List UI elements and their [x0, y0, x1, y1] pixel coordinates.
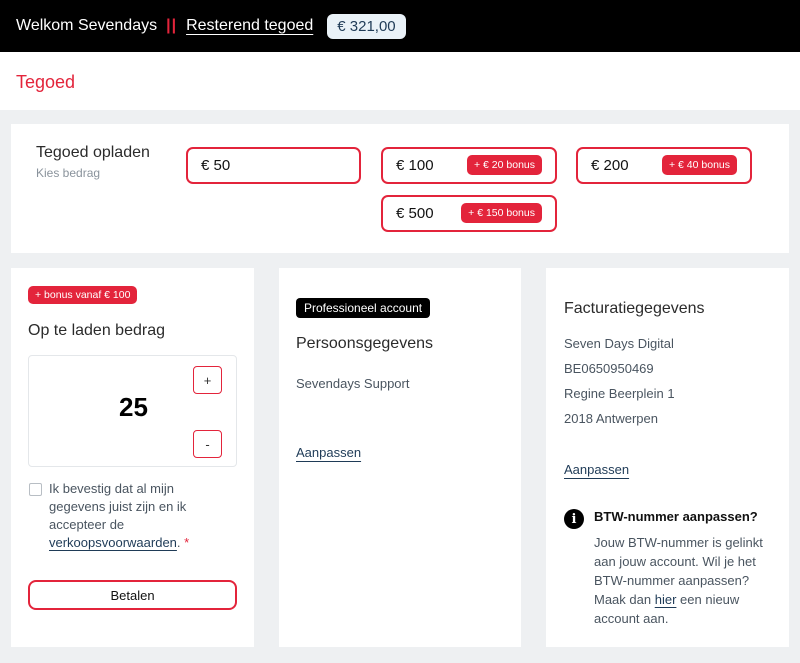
decrement-button[interactable]: -	[193, 430, 222, 458]
amount-option-200[interactable]: € 200 + € 40 bonus	[576, 147, 752, 184]
edit-personal-link[interactable]: Aanpassen	[296, 445, 361, 460]
amount-value[interactable]: 25	[29, 392, 238, 423]
vat-info-title: BTW-nummer aanpassen?	[594, 509, 758, 524]
increment-button[interactable]: +	[193, 366, 222, 394]
page-header: Tegoed	[0, 52, 800, 110]
account-type-badge: Professioneel account	[296, 298, 431, 318]
topup-title: Tegoed opladen	[36, 144, 150, 161]
amount-stepper: + 25 -	[28, 355, 237, 467]
consent-suffix: .	[176, 535, 181, 550]
billing-card: Facturatiegegevens Seven Days Digital BE…	[546, 268, 789, 647]
billing-city: 2018 Antwerpen	[564, 411, 658, 426]
amount-option-50[interactable]: € 50	[186, 147, 361, 184]
topup-subtitle: Kies bedrag	[36, 166, 101, 180]
terms-link[interactable]: verkoopsvoorwaarden	[49, 535, 177, 550]
top-bar: Welkom Sevendays || Resterend tegoed € 3…	[0, 0, 800, 52]
consent-checkbox[interactable]	[29, 483, 42, 496]
vat-info-text: Jouw BTW-nummer is gelinkt aan jouw acco…	[594, 533, 774, 628]
personal-name: Sevendays Support	[296, 376, 410, 391]
custom-amount-card: + bonus vanaf € 100 Op te laden bedrag +…	[11, 268, 254, 647]
amount-label: € 100	[396, 157, 434, 174]
amount-option-100[interactable]: € 100 + € 20 bonus	[381, 147, 557, 184]
bonus-badge: + € 150 bonus	[461, 203, 542, 223]
page-title: Tegoed	[16, 72, 76, 92]
amount-label: € 50	[201, 157, 231, 174]
amount-label: € 500	[396, 205, 434, 222]
required-mark: *	[184, 535, 190, 550]
welcome-text: Welkom Sevendays	[16, 17, 158, 34]
billing-vat: BE0650950469	[564, 361, 654, 376]
vat-info-link[interactable]: hier	[655, 592, 677, 607]
bonus-badge: + € 20 bonus	[466, 155, 542, 175]
info-icon: i	[564, 509, 584, 529]
topup-card: Tegoed opladen Kies bedrag € 50 € 100 + …	[11, 124, 789, 253]
custom-amount-title: Op te laden bedrag	[28, 322, 165, 339]
consent-label: Ik bevestig dat al mijn gegevens juist z…	[49, 480, 229, 552]
billing-company: Seven Days Digital	[564, 336, 674, 351]
amount-label: € 200	[591, 157, 629, 174]
billing-street: Regine Beerplein 1	[564, 386, 675, 401]
billing-title: Facturatiegegevens	[564, 300, 705, 317]
edit-billing-link[interactable]: Aanpassen	[564, 462, 629, 477]
bonus-badge: + € 40 bonus	[661, 155, 737, 175]
personal-card: Professioneel account Persoonsgegevens S…	[279, 268, 521, 647]
consent-text: Ik bevestig dat al mijn gegevens juist z…	[49, 481, 187, 532]
pay-button[interactable]: Betalen	[28, 580, 237, 610]
bonus-threshold-badge: + bonus vanaf € 100	[28, 286, 138, 304]
amount-option-500[interactable]: € 500 + € 150 bonus	[381, 195, 557, 232]
balance-link[interactable]: Resterend tegoed	[186, 17, 313, 35]
header-separator: ||	[166, 17, 178, 34]
balance-badge: € 321,00	[327, 13, 406, 39]
personal-title: Persoonsgegevens	[296, 335, 433, 352]
